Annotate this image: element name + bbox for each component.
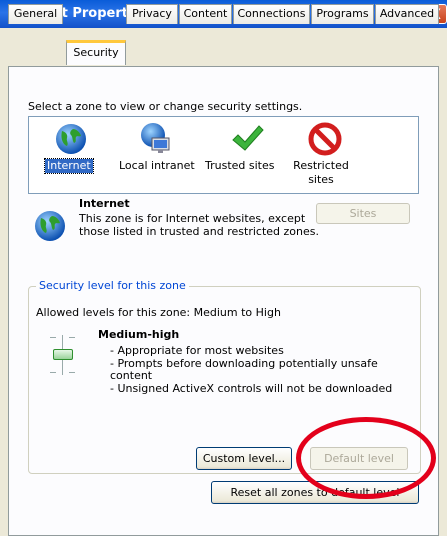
bullet-item: - Prompts before downloading potentially… [110,356,378,382]
zone-label-restricted-sites: Restricted sites [293,159,349,186]
checkmark-icon [232,125,264,151]
zone-info-description: This zone is for Internet websites, exce… [79,212,319,238]
sites-button[interactable]: Sites [316,203,410,224]
globe-icon [56,124,86,154]
tab-content[interactable]: Content [179,4,232,24]
tab-security[interactable]: Security [66,40,126,65]
allowed-levels-text: Allowed levels for this zone: Medium to … [36,306,281,319]
security-slider-thumb[interactable] [53,349,73,360]
zone-label-internet: Internet [44,158,94,174]
tab-general[interactable]: General [8,4,63,24]
restricted-icon [308,122,342,156]
intranet-icon [141,123,170,153]
reset-all-zones-button[interactable]: Reset all zones to default level [211,481,419,504]
custom-level-button[interactable]: Custom level... [196,447,292,470]
globe-icon [35,211,65,241]
bullet-item: - Appropriate for most websites [110,344,284,357]
security-level-legend: Security level for this zone [36,279,189,292]
default-level-button[interactable]: Default level [310,447,408,470]
zone-prompt: Select a zone to view or change security… [28,100,303,113]
zone-label-local-intranet: Local intranet [119,159,195,172]
tab-privacy[interactable]: Privacy [126,4,178,24]
tab-connections[interactable]: Connections [233,4,310,24]
security-level-name: Medium-high [98,328,180,341]
zone-list: Internet Local intranet Trusted sites Re… [28,116,419,194]
zone-info-title: Internet [79,197,130,210]
security-level-bullets: - Appropriate for most websites - Prompt… [110,344,395,395]
tab-programs[interactable]: Programs [311,4,374,24]
tab-advanced[interactable]: Advanced [375,4,439,24]
bullet-item: - Unsigned ActiveX controls will not be … [110,381,393,395]
zone-label-trusted-sites: Trusted sites [205,159,275,172]
